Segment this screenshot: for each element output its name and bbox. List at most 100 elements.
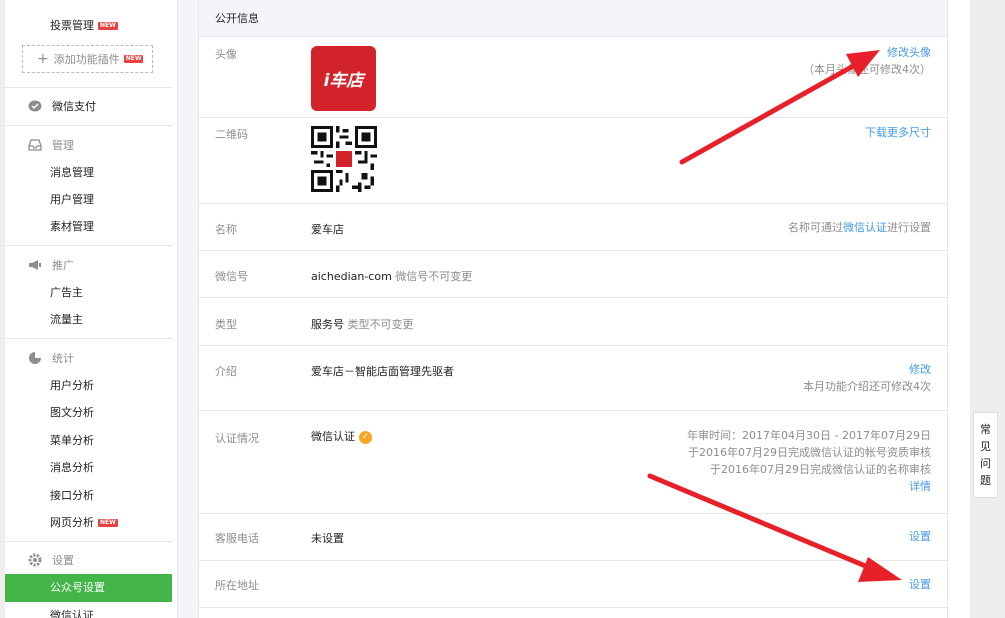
- row-wechat-id: 微信号 aichedian-com 微信号不可变更: [199, 251, 947, 298]
- verification-details-link[interactable]: 详情: [687, 478, 931, 495]
- sidebar-item-wechat-verify[interactable]: 微信认证: [50, 607, 94, 618]
- faq-char: 常: [980, 423, 991, 436]
- wechat-verify-link[interactable]: 微信认证: [843, 221, 887, 234]
- section-label: 管理: [52, 139, 74, 152]
- wechat-id-value: aichedian-com 微信号不可变更: [311, 268, 472, 284]
- avatar-actions: 修改头像 （本月头像还可修改4次）: [803, 44, 931, 78]
- sidebar-item-account-settings[interactable]: 公众号设置: [5, 574, 172, 602]
- sidebar-item-label: 微信支付: [52, 100, 96, 113]
- row-type: 类型 服务号 类型不可变更: [199, 298, 947, 346]
- sidebar-item-label: 网页分析: [50, 516, 94, 529]
- row-intro: 介绍 爱车店－智能店面管理先驱者 修改 本月功能介绍还可修改4次: [199, 346, 947, 411]
- sidebar-item-vote[interactable]: 投票管理 NEW: [50, 17, 118, 33]
- divider: [5, 87, 172, 88]
- qualification-review: 于2016年07月29日完成微信认证的帐号资质审核: [688, 446, 931, 459]
- download-sizes-link[interactable]: 下载更多尺寸: [865, 124, 931, 141]
- logo-text: i车店: [323, 71, 364, 91]
- inbox-icon: [28, 139, 42, 151]
- row-phone: 客服电话 未设置 设置: [199, 514, 947, 561]
- section-stats: 统计: [28, 350, 74, 366]
- name-value: 爱车店: [311, 223, 344, 236]
- avatar-label: 头像: [215, 48, 237, 61]
- address-actions: 设置: [909, 576, 931, 593]
- plus-icon: +: [37, 51, 49, 67]
- sidebar-item-users[interactable]: 用户管理: [50, 191, 94, 207]
- verification-text: 微信认证: [311, 430, 355, 443]
- edit-intro-link[interactable]: 修改: [803, 361, 931, 378]
- wechat-id-text: aichedian-com: [311, 270, 392, 283]
- verification-label: 认证情况: [215, 432, 259, 445]
- sidebar-item-materials[interactable]: 素材管理: [50, 218, 94, 234]
- wechat-id-hint: 微信号不可变更: [395, 270, 473, 283]
- name-note-suffix: 进行设置: [887, 221, 931, 234]
- sidebar-item-api-analysis[interactable]: 接口分析: [50, 487, 94, 503]
- sidebar-item-messages[interactable]: 消息管理: [50, 164, 94, 180]
- section-manage: 管理: [28, 137, 74, 153]
- type-text: 服务号: [311, 318, 344, 331]
- gear-icon: [28, 553, 42, 567]
- avatar: i车店: [311, 46, 376, 111]
- new-badge: NEW: [98, 519, 118, 527]
- pie-chart-icon: [29, 352, 41, 364]
- row-avatar: 头像 i车店 修改头像 （本月头像还可修改4次）: [199, 38, 947, 118]
- name-label: 名称: [215, 223, 237, 236]
- add-plugin-label: 添加功能插件: [53, 53, 120, 66]
- intro-actions: 修改 本月功能介绍还可修改4次: [803, 361, 931, 395]
- set-phone-link[interactable]: 设置: [909, 530, 931, 543]
- phone-value: 未设置: [311, 532, 344, 545]
- sidebar-item-advertiser[interactable]: 广告主: [50, 284, 83, 300]
- faq-char: 见: [980, 440, 991, 453]
- sidebar-item-menu-analysis[interactable]: 菜单分析: [50, 432, 94, 448]
- section-label: 推广: [52, 259, 74, 272]
- section-label: 统计: [52, 352, 74, 365]
- phone-label: 客服电话: [215, 532, 259, 545]
- public-info-panel: 公开信息 头像 i车店 修改头像 （本月头像还可修改4次） 二维码 下载更多尺寸…: [198, 0, 948, 618]
- faq-char: 问: [980, 457, 991, 470]
- change-avatar-link[interactable]: 修改头像: [803, 44, 931, 61]
- divider: [5, 125, 172, 126]
- name-note: 名称可通过微信认证进行设置: [788, 219, 931, 236]
- new-badge: NEW: [123, 55, 144, 63]
- add-plugin-button[interactable]: + 添加功能插件 NEW: [22, 45, 153, 73]
- sidebar-item-wechat-pay[interactable]: 微信支付: [28, 98, 96, 114]
- verification-details: 年审时间：2017年04月30日 - 2017年07月29日 于2016年07月…: [687, 427, 931, 495]
- intro-value: 爱车店－智能店面管理先驱者: [311, 365, 454, 378]
- section-settings: 设置: [28, 552, 74, 568]
- sidebar-item-web-analysis[interactable]: 网页分析 NEW: [50, 514, 118, 530]
- faq-char: 题: [980, 474, 991, 487]
- verification-value: 微信认证 ✓: [311, 428, 372, 444]
- annual-review-time: 年审时间：2017年04月30日 - 2017年07月29日: [687, 429, 931, 442]
- divider: [5, 338, 172, 339]
- sidebar-item-label: 投票管理: [50, 19, 94, 32]
- section-promote: 推广: [28, 257, 74, 273]
- section-label: 设置: [52, 554, 74, 567]
- divider: [5, 245, 172, 246]
- phone-actions: 设置: [909, 528, 931, 545]
- sidebar-item-article-analysis[interactable]: 图文分析: [50, 404, 94, 420]
- type-label: 类型: [215, 318, 237, 331]
- faq-button[interactable]: 常 见 问 题: [973, 412, 998, 498]
- set-address-link[interactable]: 设置: [909, 578, 931, 591]
- divider: [5, 541, 172, 542]
- name-note-prefix: 名称可通过: [788, 221, 843, 234]
- megaphone-icon: [29, 260, 41, 270]
- row-qrcode: 二维码 下载更多尺寸: [199, 118, 947, 204]
- wechat-id-label: 微信号: [215, 270, 248, 283]
- sidebar-item-publisher[interactable]: 流量主: [50, 311, 83, 327]
- verified-check-icon: ✓: [359, 430, 372, 444]
- address-label: 所在地址: [215, 579, 259, 592]
- type-value: 服务号 类型不可变更: [311, 316, 414, 332]
- new-badge: NEW: [98, 22, 118, 30]
- qrcode-label: 二维码: [215, 128, 248, 141]
- sidebar-item-user-analysis[interactable]: 用户分析: [50, 377, 94, 393]
- sidebar-item-message-analysis[interactable]: 消息分析: [50, 459, 94, 475]
- sidebar-edge: [0, 0, 5, 618]
- qrcode-actions: 下载更多尺寸: [865, 124, 931, 141]
- sidebar: 投票管理 NEW + 添加功能插件 NEW 微信支付 管理 消息管理 用户管理 素材…: [0, 0, 178, 618]
- content-gutter: [178, 0, 198, 618]
- right-gutter: [970, 0, 1005, 618]
- row-address: 所在地址 设置: [199, 561, 947, 608]
- qrcode-image: [311, 126, 377, 192]
- app-root: 投票管理 NEW + 添加功能插件 NEW 微信支付 管理 消息管理 用户管理 素材…: [0, 0, 1005, 618]
- row-name: 名称 爱车店 名称可通过微信认证进行设置: [199, 204, 947, 251]
